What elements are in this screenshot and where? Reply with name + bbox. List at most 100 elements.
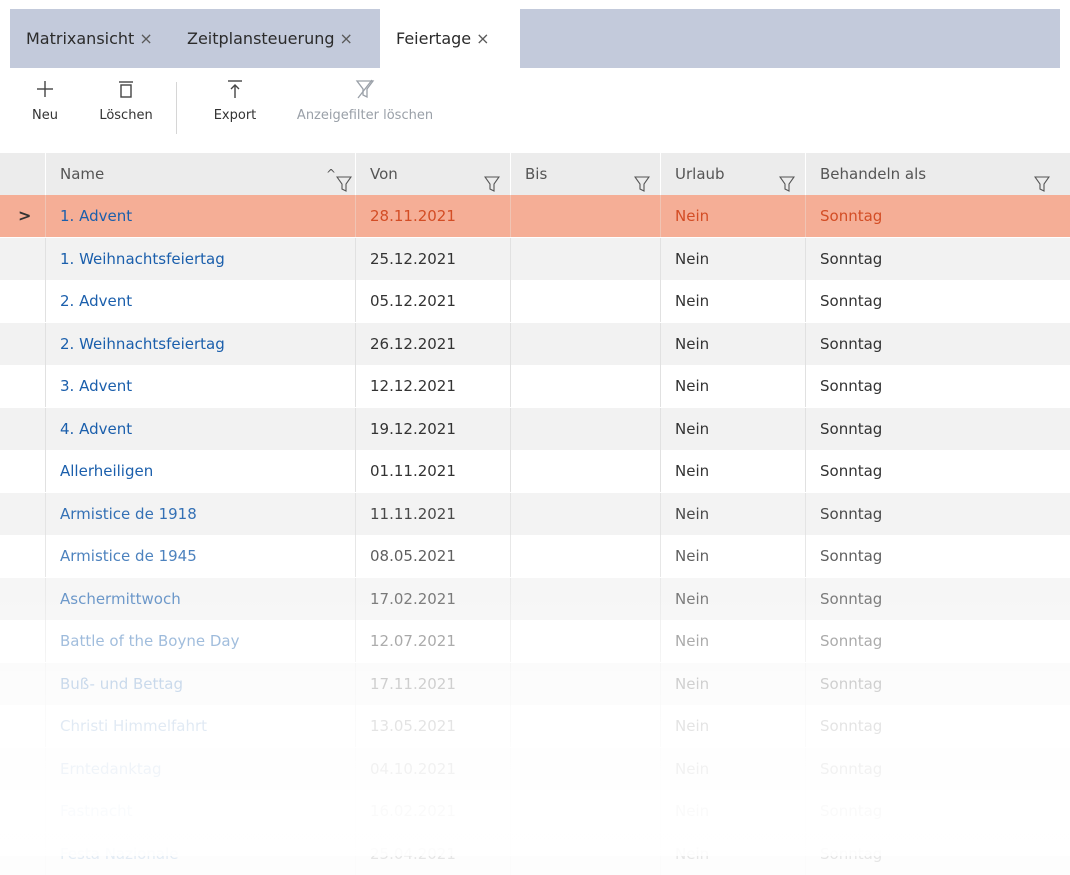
cell-behandeln-als: Sonntag xyxy=(805,322,1070,365)
table-row[interactable]: 1. Weihnachtsfeiertag 25.12.2021 Nein Sonnt… xyxy=(0,237,1070,280)
table-row[interactable]: Allerheiligen 01.11.2021 Nein Sonntag xyxy=(0,450,1070,492)
cell-name: Allerheiligen xyxy=(45,450,355,492)
cell-urlaub: Nein xyxy=(660,407,805,450)
cell-name: Christi Himmelfahrt xyxy=(45,705,355,747)
table-row[interactable]: Battle of the Boyne Day 12.07.2021 Nein Son… xyxy=(0,620,1070,662)
table-row[interactable]: 3. Advent 12.12.2021 Nein Sonntag xyxy=(0,365,1070,407)
cell-name: 1. Advent xyxy=(45,195,355,237)
cell-bis xyxy=(510,322,660,365)
cell-urlaub: Nein xyxy=(660,492,805,535)
column-label: Bis xyxy=(525,165,548,183)
row-selected-marker: > xyxy=(18,206,32,225)
cell-name: Armistice de 1918 xyxy=(45,492,355,535)
cell-von: 08.05.2021 xyxy=(355,535,510,577)
cell-von: 12.07.2021 xyxy=(355,620,510,662)
cell-urlaub: Nein xyxy=(660,790,805,832)
cell-behandeln-als: Sonntag xyxy=(805,407,1070,450)
cell-bis xyxy=(510,492,660,535)
clear-filter-button[interactable]: Anzeigefilter löschen xyxy=(284,78,446,123)
close-icon[interactable]: × xyxy=(139,29,152,48)
cell-bis xyxy=(510,280,660,322)
column-header-urlaub[interactable]: Urlaub xyxy=(660,153,805,195)
cell-name: Armistice de 1945 xyxy=(45,535,355,577)
cell-behandeln-als: Sonntag xyxy=(805,790,1070,832)
table-row[interactable]: Fastnacht 16.02.2021 Nein Sonntag xyxy=(0,790,1070,832)
close-icon[interactable]: × xyxy=(340,29,353,48)
cell-behandeln-als: Sonntag xyxy=(805,705,1070,747)
cell-name: Buß- und Bettag xyxy=(45,662,355,705)
cell-urlaub: Nein xyxy=(660,237,805,280)
cell-von: 05.12.2021 xyxy=(355,280,510,322)
cell-behandeln-als: Sonntag xyxy=(805,280,1070,322)
cell-von: 25.04.2021 xyxy=(355,832,510,875)
table-row[interactable]: Armistice de 1945 08.05.2021 Nein Sonntag xyxy=(0,535,1070,577)
export-icon xyxy=(208,78,262,108)
export-label: Export xyxy=(213,108,257,123)
cell-von: 16.02.2021 xyxy=(355,790,510,832)
column-label: Behandeln als xyxy=(820,165,927,183)
cell-urlaub: Nein xyxy=(660,832,805,875)
sort-asc-icon[interactable]: ^ xyxy=(326,153,336,195)
cell-behandeln-als: Sonntag xyxy=(805,237,1070,280)
tab-label: Feiertage xyxy=(396,29,472,48)
column-header-behandeln-als[interactable]: Behandeln als xyxy=(805,153,1070,195)
cell-urlaub: Nein xyxy=(660,662,805,705)
cell-von: 25.12.2021 xyxy=(355,237,510,280)
cell-bis xyxy=(510,620,660,662)
export-button[interactable]: Export xyxy=(208,78,262,123)
table-row[interactable]: Buß- und Bettag 17.11.2021 Nein Sonntag xyxy=(0,662,1070,705)
cell-name: Fastnacht xyxy=(45,790,355,832)
table-row[interactable]: Erntedanktag 04.10.2021 Nein Sonntag xyxy=(0,747,1070,790)
table-row[interactable]: 2. Advent 05.12.2021 Nein Sonntag xyxy=(0,280,1070,322)
table-row[interactable]: Aschermittwoch 17.02.2021 Nein Sonntag xyxy=(0,577,1070,620)
column-header-von[interactable]: Von xyxy=(355,153,510,195)
column-label: Urlaub xyxy=(675,165,725,183)
cell-urlaub: Nein xyxy=(660,365,805,407)
tab-matrixansicht[interactable]: Matrixansicht × xyxy=(26,9,153,68)
tab-feiertage[interactable]: Feiertage × xyxy=(380,9,520,68)
cell-name: Aschermittwoch xyxy=(45,577,355,620)
cell-urlaub: Nein xyxy=(660,322,805,365)
tab-bar: Matrixansicht × Zeitplansteuerung × Feiert… xyxy=(10,9,1060,68)
column-header-name[interactable]: Name ^ xyxy=(45,153,355,195)
table-row[interactable]: 2. Weihnachtsfeiertag 26.12.2021 Nein Sonnt… xyxy=(0,322,1070,365)
cell-name: 2. Weihnachtsfeiertag xyxy=(45,322,355,365)
tab-label: Zeitplansteuerung xyxy=(187,29,335,48)
cell-behandeln-als: Sonntag xyxy=(805,450,1070,492)
cell-behandeln-als: Sonntag xyxy=(805,832,1070,875)
toolbar-divider xyxy=(176,82,177,134)
cell-urlaub: Nein xyxy=(660,747,805,790)
cell-von: 04.10.2021 xyxy=(355,747,510,790)
table-row[interactable]: Armistice de 1918 11.11.2021 Nein Sonntag xyxy=(0,492,1070,535)
cell-name: Battle of the Boyne Day xyxy=(45,620,355,662)
table-row[interactable]: >1. Advent 28.11.2021 Nein Sonntag xyxy=(0,195,1070,237)
cell-von: 19.12.2021 xyxy=(355,407,510,450)
table-row[interactable]: Festa Nazionale 25.04.2021 Nein Sonntag xyxy=(0,832,1070,875)
cell-name: 3. Advent xyxy=(45,365,355,407)
cell-name: 2. Advent xyxy=(45,280,355,322)
cell-von: 26.12.2021 xyxy=(355,322,510,365)
trash-icon xyxy=(94,78,158,108)
close-icon[interactable]: × xyxy=(476,29,489,48)
table-row[interactable]: 4. Advent 19.12.2021 Nein Sonntag xyxy=(0,407,1070,450)
cell-von: 01.11.2021 xyxy=(355,450,510,492)
delete-button[interactable]: Löschen xyxy=(94,78,158,123)
cell-behandeln-als: Sonntag xyxy=(805,747,1070,790)
cell-von: 11.11.2021 xyxy=(355,492,510,535)
cell-bis xyxy=(510,790,660,832)
cell-urlaub: Nein xyxy=(660,705,805,747)
column-header-bis[interactable]: Bis xyxy=(510,153,660,195)
new-label: Neu xyxy=(32,108,58,123)
clear-filter-label: Anzeigefilter löschen xyxy=(296,108,434,123)
tab-zeitplansteuerung[interactable]: Zeitplansteuerung × xyxy=(187,9,353,68)
cell-von: 17.11.2021 xyxy=(355,662,510,705)
cell-bis xyxy=(510,535,660,577)
grid-header: Name ^ Von Bis Urlaub Behandeln als xyxy=(0,153,1070,195)
cell-bis xyxy=(510,195,660,237)
table-row[interactable]: Christi Himmelfahrt 13.05.2021 Nein Sonntag xyxy=(0,705,1070,747)
cell-name: 4. Advent xyxy=(45,407,355,450)
cell-behandeln-als: Sonntag xyxy=(805,492,1070,535)
tab-label: Matrixansicht xyxy=(26,29,135,48)
new-button[interactable]: Neu xyxy=(28,78,62,123)
cell-von: 28.11.2021 xyxy=(355,195,510,237)
